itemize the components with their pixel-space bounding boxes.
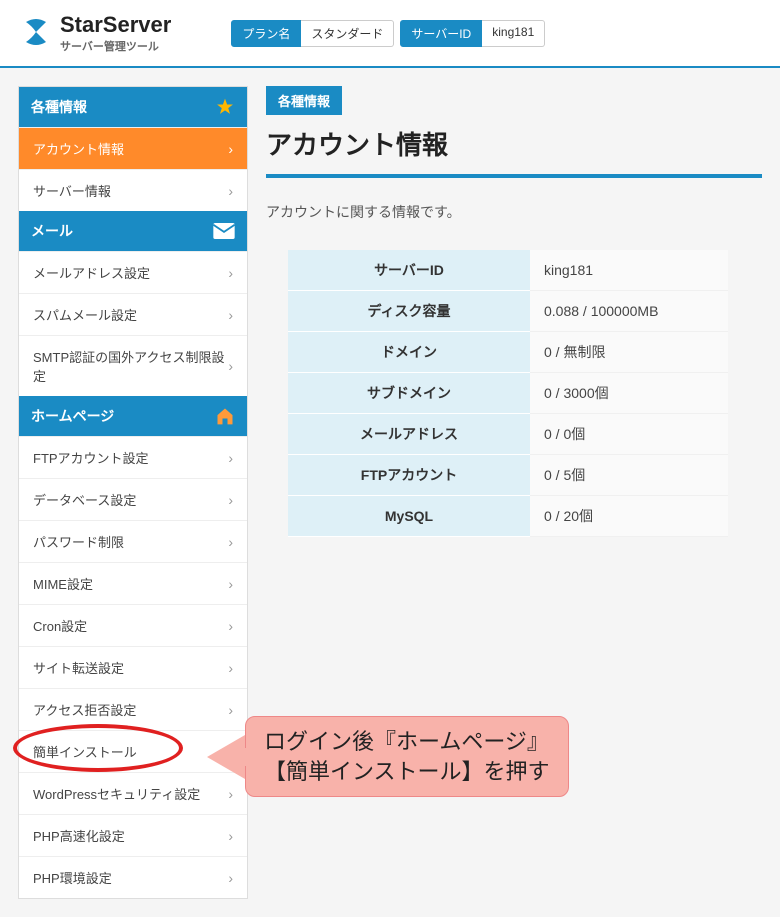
sidebar-section-header: ホームページ: [19, 396, 247, 436]
annotation-line1: ログイン後『ホームページ』: [264, 729, 549, 754]
sidebar-section-title: メール: [31, 221, 73, 241]
header-badges: プラン名 スタンダード サーバーID king181: [231, 20, 545, 47]
server-id-badge: サーバーID king181: [400, 20, 545, 47]
sidebar-item[interactable]: アカウント情報 ›: [19, 127, 247, 169]
chevron-right-icon: ›: [228, 141, 233, 157]
plan-value: スタンダード: [301, 20, 394, 47]
chevron-right-icon: ›: [228, 450, 233, 466]
chevron-right-icon: ›: [228, 358, 233, 374]
sidebar-item-label: MIME設定: [33, 574, 93, 593]
table-value: 0 / 3000個: [530, 373, 728, 414]
chevron-right-icon: ›: [228, 307, 233, 323]
table-value: 0 / 無制限: [530, 332, 728, 373]
table-value: 0 / 5個: [530, 455, 728, 496]
logo-text-sub: サーバー管理ツール: [60, 38, 171, 54]
table-label: メールアドレス: [288, 414, 530, 455]
account-info-table: サーバーIDking181ディスク容量0.088 / 100000MBドメイン0…: [288, 250, 728, 537]
home-icon: [215, 406, 235, 426]
plan-badge: プラン名 スタンダード: [231, 20, 394, 47]
annotation-line2: 【簡単インストール】を押す: [264, 759, 550, 784]
sidebar-item-label: アカウント情報: [33, 139, 124, 158]
sidebar-item[interactable]: SMTP認証の国外アクセス制限設定›: [19, 335, 247, 396]
content-header: 各種情報 アカウント情報: [266, 86, 762, 178]
mail-icon: [213, 223, 235, 239]
sidebar-item[interactable]: スパムメール設定 ›: [19, 293, 247, 335]
sidebar-item[interactable]: パスワード制限 ›: [19, 520, 247, 562]
sidebar-item-label: メールアドレス設定: [33, 263, 150, 282]
sidebar-item-label: FTPアカウント設定: [33, 448, 149, 467]
sidebar-item-label: PHP環境設定: [33, 868, 112, 887]
logo-area: StarServer サーバー管理ツール: [20, 12, 171, 54]
arrow-icon: [207, 735, 245, 779]
page-description: アカウントに関する情報です。: [266, 202, 762, 222]
sidebar-item-label: WordPressセキュリティ設定: [33, 784, 200, 803]
table-row: メールアドレス0 / 0個: [288, 414, 728, 455]
sidebar-item-label: SMTP認証の国外アクセス制限設定: [33, 347, 228, 385]
annotation-text: ログイン後『ホームページ』 【簡単インストール】を押す: [245, 716, 569, 797]
app-header: StarServer サーバー管理ツール プラン名 スタンダード サーバーID …: [0, 0, 780, 68]
sidebar-item-label: サーバー情報: [33, 181, 111, 200]
table-row: ディスク容量0.088 / 100000MB: [288, 291, 728, 332]
chevron-right-icon: ›: [228, 265, 233, 281]
chevron-right-icon: ›: [228, 534, 233, 550]
sidebar-item[interactable]: Cron設定 ›: [19, 604, 247, 646]
table-row: MySQL0 / 20個: [288, 496, 728, 537]
sidebar-item[interactable]: データベース設定 ›: [19, 478, 247, 520]
plan-label: プラン名: [231, 20, 301, 47]
table-label: MySQL: [288, 496, 530, 537]
table-label: FTPアカウント: [288, 455, 530, 496]
sidebar-item[interactable]: PHP環境設定 ›: [19, 856, 247, 898]
sidebar-item[interactable]: サイト転送設定 ›: [19, 646, 247, 688]
chevron-right-icon: ›: [228, 828, 233, 844]
sidebar-item-label: スパムメール設定: [33, 305, 137, 324]
sidebar-item-label: PHP高速化設定: [33, 826, 125, 845]
chevron-right-icon: ›: [228, 576, 233, 592]
sidebar-item[interactable]: PHP高速化設定 ›: [19, 814, 247, 856]
table-value: king181: [530, 250, 728, 291]
logo-icon: [20, 16, 52, 51]
sidebar-section-header: 各種情報: [19, 87, 247, 127]
table-value: 0.088 / 100000MB: [530, 291, 728, 332]
table-value: 0 / 0個: [530, 414, 728, 455]
content-category-badge: 各種情報: [266, 86, 342, 115]
chevron-right-icon: ›: [228, 183, 233, 199]
sidebar-item-label: パスワード制限: [33, 532, 124, 551]
server-id-value: king181: [482, 20, 545, 47]
sidebar-item[interactable]: MIME設定 ›: [19, 562, 247, 604]
chevron-right-icon: ›: [228, 618, 233, 634]
table-row: FTPアカウント0 / 5個: [288, 455, 728, 496]
sidebar-section-header: メール: [19, 211, 247, 251]
sidebar-section-title: ホームページ: [31, 406, 114, 426]
table-row: サブドメイン0 / 3000個: [288, 373, 728, 414]
table-label: サブドメイン: [288, 373, 530, 414]
sidebar-item-label: 簡単インストール: [33, 742, 137, 761]
chevron-right-icon: ›: [228, 870, 233, 886]
table-row: サーバーIDking181: [288, 250, 728, 291]
sidebar-item-label: アクセス拒否設定: [33, 700, 136, 719]
page-title: アカウント情報: [266, 125, 762, 162]
table-label: サーバーID: [288, 250, 530, 291]
chevron-right-icon: ›: [228, 492, 233, 508]
sidebar-item[interactable]: サーバー情報 ›: [19, 169, 247, 211]
table-value: 0 / 20個: [530, 496, 728, 537]
logo-text-main: StarServer: [60, 12, 171, 38]
title-divider: [266, 174, 762, 178]
annotation-callout: ログイン後『ホームページ』 【簡単インストール】を押す: [207, 716, 569, 797]
chevron-right-icon: ›: [228, 660, 233, 676]
table-label: ディスク容量: [288, 291, 530, 332]
table-label: ドメイン: [288, 332, 530, 373]
server-id-label: サーバーID: [400, 20, 482, 47]
sidebar-item[interactable]: FTPアカウント設定 ›: [19, 436, 247, 478]
sidebar-section-title: 各種情報: [31, 97, 87, 117]
sidebar-item-label: サイト転送設定: [33, 658, 124, 677]
sidebar-item-label: データベース設定: [33, 490, 136, 509]
sidebar-item-label: Cron設定: [33, 616, 87, 635]
star-icon: [215, 97, 235, 117]
sidebar-item[interactable]: メールアドレス設定 ›: [19, 251, 247, 293]
table-row: ドメイン0 / 無制限: [288, 332, 728, 373]
